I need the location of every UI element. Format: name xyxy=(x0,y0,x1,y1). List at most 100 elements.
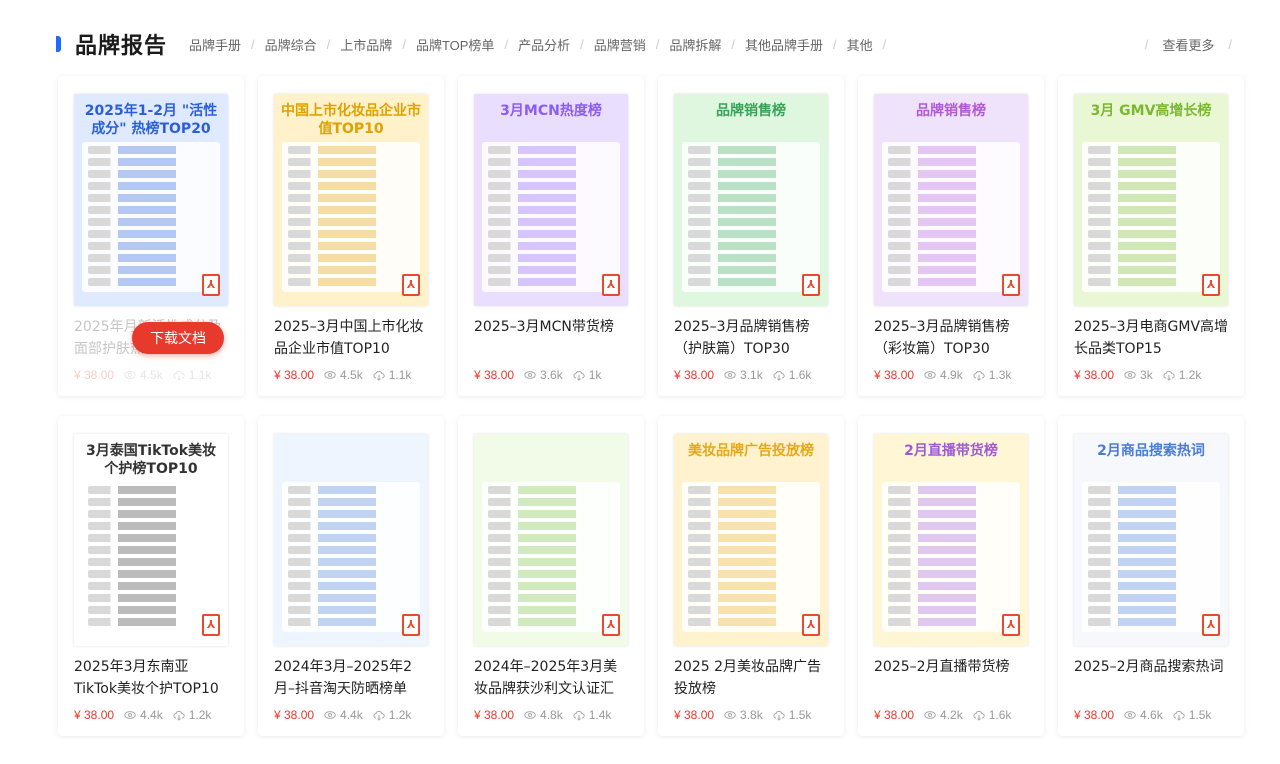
nav-item-brand-top-list[interactable]: 品牌TOP榜单 xyxy=(416,35,495,54)
report-thumbnail[interactable]: 3月 GMV高增长榜 ⅄ xyxy=(1074,94,1228,306)
report-title[interactable]: 2024年–2025年3月美妆品牌获沙利文认证汇 xyxy=(474,656,630,700)
thumbnail-poster-title: 品牌销售榜 xyxy=(916,103,986,119)
report-title[interactable]: 2025年3月东南亚TikTok美妆个护TOP10 xyxy=(74,656,230,700)
report-card[interactable]: 品牌销售榜 ⅄ 2025–3月品牌销售榜（护肤篇）TOP30 ¥ 38.00 3.1k 1… xyxy=(658,76,844,396)
report-card[interactable]: ⅄ 2024年3月–2025年2月–抖音淘天防晒榜单 ¥ 38.00 4.4k 1.2k xyxy=(258,416,444,736)
thumbnail-poster-title: 中国上市化妆品企业市值TOP10 xyxy=(281,103,421,137)
nav-item-listed-brands[interactable]: 上市品牌 xyxy=(340,35,392,54)
nav-item-brand-marketing[interactable]: 品牌营销 xyxy=(594,35,646,54)
pdf-icon: ⅄ xyxy=(202,274,220,296)
cloud-download-icon xyxy=(173,710,185,721)
report-card[interactable]: ⅄ 2024年–2025年3月美妆品牌获沙利文认证汇 ¥ 38.00 4.8k 1.4k xyxy=(458,416,644,736)
download-document-button[interactable]: 下载文档 xyxy=(132,322,224,354)
thumbnail-row xyxy=(1088,606,1214,614)
thumbnail-row xyxy=(288,534,414,542)
thumbnail-table-preview xyxy=(82,142,220,292)
thumbnail-row xyxy=(688,534,814,542)
report-title[interactable]: 2025–3月品牌销售榜（彩妆篇）TOP30 xyxy=(874,316,1030,360)
nav-item-brand-breakdown[interactable]: 品牌拆解 xyxy=(669,35,721,54)
thumbnail-row xyxy=(1088,534,1214,542)
pdf-icon: ⅄ xyxy=(602,274,620,296)
view-count-value: 4.9k xyxy=(940,368,963,382)
view-count-value: 4.8k xyxy=(540,708,563,722)
report-card[interactable]: 3月MCN热度榜 ⅄ 2025–3月MCN带货榜 ¥ 38.00 3.6k 1k xyxy=(458,76,644,396)
thumbnail-row xyxy=(888,266,1014,274)
thumbnail-row xyxy=(88,510,214,518)
report-thumbnail[interactable]: ⅄ xyxy=(274,434,428,646)
thumbnail-row xyxy=(888,486,1014,494)
view-count-value: 4.4k xyxy=(140,708,163,722)
thumbnail-row xyxy=(888,242,1014,250)
thumbnail-poster-title: 3月 GMV高增长榜 xyxy=(1090,103,1212,119)
report-card[interactable]: 3月泰国TikTok美妆个护榜TOP10 ⅄ 2025年3月东南亚TikTok美妆个… xyxy=(58,416,244,736)
cloud-download-icon xyxy=(773,710,785,721)
thumbnail-row xyxy=(488,558,614,566)
thumbnail-row xyxy=(488,266,614,274)
nav-item-brand-manual[interactable]: 品牌手册 xyxy=(189,35,241,54)
thumbnail-row xyxy=(488,278,614,286)
nav-item-other-brand-manual[interactable]: 其他品牌手册 xyxy=(745,35,823,54)
eye-icon xyxy=(324,711,336,719)
thumbnail-row xyxy=(688,522,814,530)
cloud-download-icon xyxy=(1173,710,1185,721)
report-thumbnail[interactable]: 3月泰国TikTok美妆个护榜TOP10 ⅄ xyxy=(74,434,228,646)
pdf-icon: ⅄ xyxy=(1202,274,1220,296)
nav-item-other[interactable]: 其他 xyxy=(847,35,873,54)
pdf-icon: ⅄ xyxy=(802,274,820,296)
report-card[interactable]: 中国上市化妆品企业市值TOP10 ⅄ 2025–3月中国上市化妆品企业市值TOP10… xyxy=(258,76,444,396)
thumbnail-table-preview xyxy=(482,482,620,632)
view-more-link[interactable]: 查看更多 xyxy=(1162,35,1214,54)
thumbnail-row xyxy=(1088,194,1214,202)
report-thumbnail[interactable]: 品牌销售榜 ⅄ xyxy=(874,94,1028,306)
report-title[interactable]: 2025–2月商品搜索热词 xyxy=(1074,656,1230,700)
price: ¥ 38.00 xyxy=(874,708,915,722)
report-card[interactable]: 3月 GMV高增长榜 ⅄ 2025–3月电商GMV高增长品类TOP15 ¥ 38.00… xyxy=(1058,76,1244,396)
report-title[interactable]: 2025–3月MCN带货榜 xyxy=(474,316,630,360)
thumbnail-row xyxy=(88,278,214,286)
download-count-value: 1.2k xyxy=(1178,368,1202,382)
report-card[interactable]: 2月直播带货榜 ⅄ 2025–2月直播带货榜 ¥ 38.00 4.2k 1.6k xyxy=(858,416,1044,736)
download-count: 1.1k xyxy=(373,368,411,382)
view-count-value: 3.8k xyxy=(740,708,763,722)
report-card[interactable]: 品牌销售榜 ⅄ 2025–3月品牌销售榜（彩妆篇）TOP30 ¥ 38.00 4.9k 1… xyxy=(858,76,1044,396)
thumbnail-row xyxy=(88,606,214,614)
pdf-icon: ⅄ xyxy=(402,274,420,296)
report-title[interactable]: 2024年3月–2025年2月–抖音淘天防晒榜单 xyxy=(274,656,430,700)
thumbnail-row xyxy=(1088,618,1214,626)
report-thumbnail[interactable]: ⅄ xyxy=(474,434,628,646)
thumbnail-row xyxy=(88,570,214,578)
thumbnail-row xyxy=(88,546,214,554)
report-title[interactable]: 2025–3月品牌销售榜（护肤篇）TOP30 xyxy=(674,316,830,360)
thumbnail-row xyxy=(88,206,214,214)
report-title[interactable]: 2025 2月美妆品牌广告投放榜 xyxy=(674,656,830,700)
thumbnail-row xyxy=(88,266,214,274)
report-title[interactable]: 2025–2月直播带货榜 xyxy=(874,656,1030,700)
report-title[interactable]: 2025–3月电商GMV高增长品类TOP15 xyxy=(1074,316,1230,360)
report-card[interactable]: 2月商品搜索热词 ⅄ 2025–2月商品搜索热词 ¥ 38.00 4.6k 1.5k xyxy=(1058,416,1244,736)
thumbnail-row xyxy=(1088,170,1214,178)
thumbnail-row xyxy=(288,594,414,602)
report-thumbnail[interactable]: 中国上市化妆品企业市值TOP10 ⅄ xyxy=(274,94,428,306)
download-count: 1.3k xyxy=(973,368,1011,382)
nav-item-brand-overview[interactable]: 品牌综合 xyxy=(265,35,317,54)
view-count-value: 4.5k xyxy=(140,368,163,382)
thumbnail-row xyxy=(688,570,814,578)
report-thumbnail[interactable]: 3月MCN热度榜 ⅄ xyxy=(474,94,628,306)
report-meta: ¥ 38.00 4.4k 1.2k xyxy=(74,708,234,722)
report-title[interactable]: 2025–3月中国上市化妆品企业市值TOP10 xyxy=(274,316,430,360)
report-thumbnail[interactable]: 品牌销售榜 ⅄ xyxy=(674,94,828,306)
thumbnail-row xyxy=(688,158,814,166)
thumbnail-row xyxy=(1088,558,1214,566)
report-thumbnail[interactable]: 2025年1-2月 "活性成分" 热榜TOP20 ⅄ xyxy=(74,94,228,306)
nav-item-product-analysis[interactable]: 产品分析 xyxy=(518,35,570,54)
report-card[interactable]: 2025年1-2月 "活性成分" 热榜TOP20⅄2025年月新活性成分及面部护… xyxy=(58,76,244,396)
report-card[interactable]: 美妆品牌广告投放榜 ⅄ 2025 2月美妆品牌广告投放榜 ¥ 38.00 3.8k 1.5… xyxy=(658,416,844,736)
report-thumbnail[interactable]: 2月商品搜索热词 ⅄ xyxy=(1074,434,1228,646)
price: ¥ 38.00 xyxy=(274,368,315,382)
report-thumbnail[interactable]: 美妆品牌广告投放榜 ⅄ xyxy=(674,434,828,646)
thumbnail-row xyxy=(688,618,814,626)
view-count-value: 4.2k xyxy=(940,708,963,722)
report-thumbnail[interactable]: 2月直播带货榜 ⅄ xyxy=(874,434,1028,646)
price: ¥ 38.00 xyxy=(474,368,515,382)
thumbnail-row xyxy=(288,582,414,590)
